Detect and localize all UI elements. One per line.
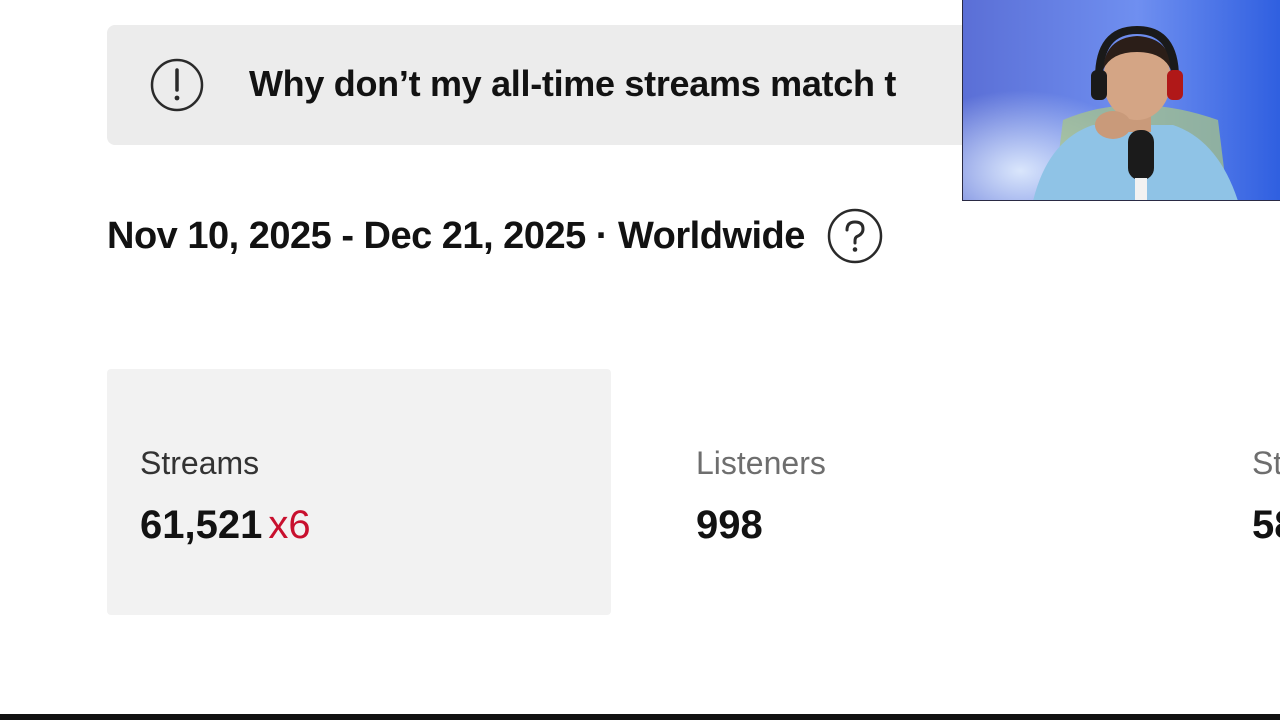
stat-card-listeners[interactable]: Listeners 998 (663, 369, 1167, 615)
date-range-text: Nov 10, 2025 - Dec 21, 2025 · Worldwide (107, 214, 805, 257)
stat-multiplier: x6 (268, 503, 311, 547)
question-circle-icon[interactable] (827, 208, 883, 264)
bottom-divider (0, 714, 1280, 720)
stat-value-streams: 61,521 x6 (140, 503, 311, 548)
webcam-overlay (962, 0, 1280, 201)
stat-value-third: 58 (1252, 503, 1280, 547)
notice-text: Why don’t my all-time streams match t (249, 63, 897, 104)
exclamation-circle-icon (150, 58, 204, 112)
stat-label-streams: Streams (140, 445, 260, 481)
stat-label-third: St (1252, 445, 1280, 481)
stat-label-listeners: Listeners (696, 445, 826, 481)
date-range-heading: Nov 10, 2025 - Dec 21, 2025 · Worldwide (107, 208, 883, 264)
stat-card-streams[interactable]: Streams 61,521 x6 (107, 369, 611, 615)
page: Why don’t my all-time streams match t No… (0, 0, 1280, 720)
webcam-feed-image (963, 0, 1280, 200)
stat-value-listeners: 998 (696, 503, 763, 547)
stat-number-streams: 61,521 (140, 503, 263, 547)
stat-card-third[interactable]: St 58 (1219, 369, 1280, 615)
